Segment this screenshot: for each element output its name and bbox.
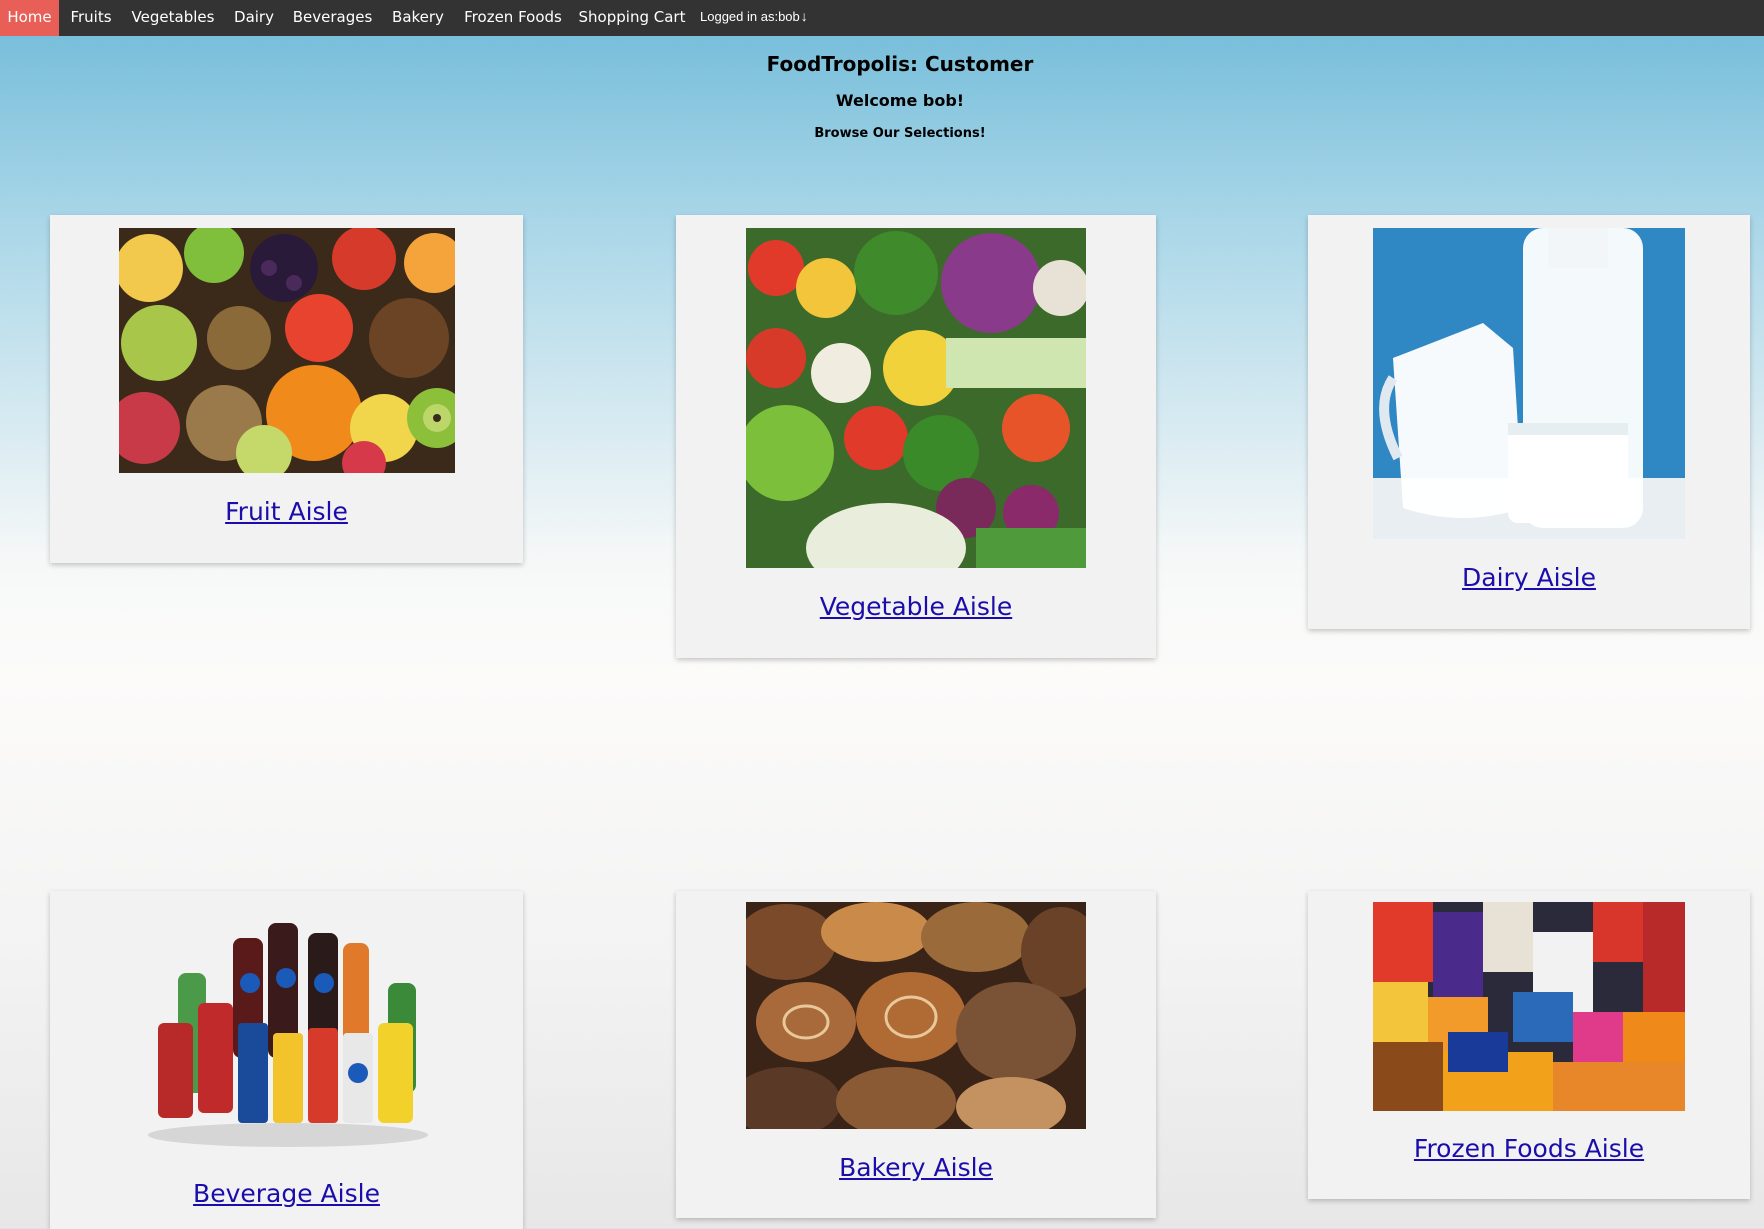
fruit-aisle-link[interactable]: Fruit Aisle: [50, 497, 523, 526]
beverage-aisle-card: Beverage Aisle: [50, 891, 523, 1229]
vegetable-aisle-card: Vegetable Aisle: [676, 215, 1156, 658]
frozen-foods-aisle-link[interactable]: Frozen Foods Aisle: [1308, 1134, 1750, 1163]
dairy-aisle-link[interactable]: Dairy Aisle: [1308, 563, 1750, 592]
welcome-message: Welcome bob!: [835, 91, 965, 110]
bakery-aisle-link[interactable]: Bakery Aisle: [676, 1153, 1156, 1182]
nav-frozen-foods[interactable]: Frozen Foods: [460, 0, 566, 36]
vegetable-aisle-image: [746, 228, 1086, 568]
nav-fruits[interactable]: Fruits: [63, 0, 119, 36]
nav-vegetables[interactable]: Vegetables: [127, 0, 219, 36]
frozen-foods-aisle-image: [1373, 902, 1685, 1111]
fruit-aisle-image: [119, 228, 455, 473]
nav-bakery[interactable]: Bakery: [384, 0, 452, 36]
beverage-aisle-link[interactable]: Beverage Aisle: [50, 1179, 523, 1208]
browse-subtitle: Browse Our Selections!: [814, 126, 986, 141]
nav-home[interactable]: Home: [0, 0, 59, 36]
top-navbar: Home Fruits Vegetables Dairy Beverages B…: [0, 0, 1764, 36]
bakery-aisle-image: [746, 902, 1086, 1129]
beverage-aisle-image: [138, 913, 438, 1148]
vegetable-aisle-link[interactable]: Vegetable Aisle: [676, 592, 1156, 621]
fruit-aisle-card: Fruit Aisle: [50, 215, 523, 563]
nav-shopping-cart[interactable]: Shopping Cart: [574, 0, 690, 36]
user-label: Logged in as:bob: [700, 9, 800, 24]
nav-dairy[interactable]: Dairy: [227, 0, 281, 36]
down-arrow-icon: ↓: [800, 8, 808, 24]
bakery-aisle-card: Bakery Aisle: [676, 891, 1156, 1218]
dairy-aisle-image: [1373, 228, 1685, 539]
nav-beverages[interactable]: Beverages: [289, 0, 376, 36]
frozen-foods-aisle-card: Frozen Foods Aisle: [1308, 891, 1750, 1199]
dairy-aisle-card: Dairy Aisle: [1308, 215, 1750, 629]
page-title: FoodTropolis: Customer: [766, 52, 1034, 76]
nav-user-menu[interactable]: Logged in as:bob↓: [700, 0, 830, 36]
